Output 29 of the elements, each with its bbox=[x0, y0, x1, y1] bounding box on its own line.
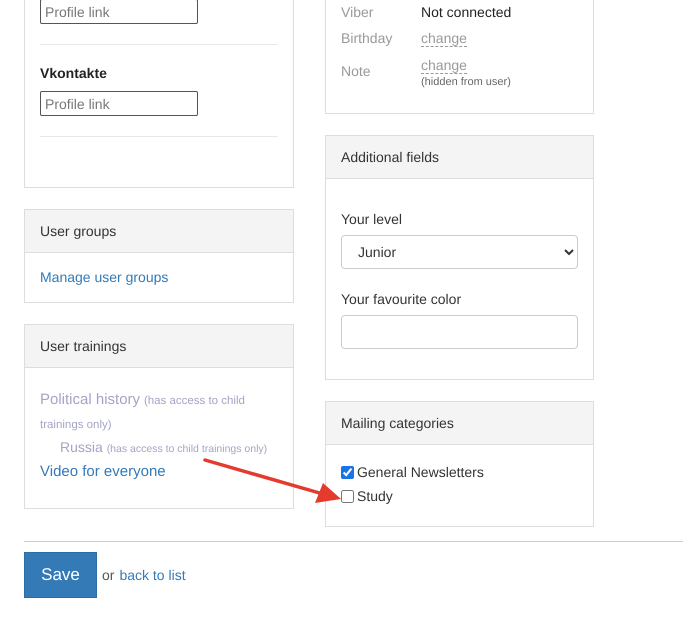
training-link[interactable]: Video for everyone bbox=[40, 460, 278, 483]
training-link[interactable]: Political history (has access to child trainings only) bbox=[40, 388, 278, 436]
row-value: Not connected bbox=[421, 4, 512, 20]
change-link[interactable]: change bbox=[421, 30, 467, 47]
back-link[interactable]: back to list bbox=[119, 567, 186, 583]
field-label: Vkontakte bbox=[40, 65, 108, 81]
field-label: Your favourite color bbox=[341, 291, 462, 307]
card-title: Mailing categories bbox=[326, 402, 593, 445]
card-title: Additional fields bbox=[326, 136, 593, 179]
checkbox[interactable] bbox=[341, 466, 354, 478]
row-label: Viber bbox=[341, 4, 374, 20]
training-link[interactable]: Russia (has access to child trainings only) bbox=[60, 436, 278, 460]
row-label: Birthday bbox=[341, 30, 394, 46]
row-label: Note bbox=[341, 62, 372, 79]
change-link[interactable]: change bbox=[421, 57, 467, 74]
card-title: User trainings bbox=[25, 325, 293, 368]
checkbox[interactable] bbox=[341, 490, 354, 502]
card-title: User groups bbox=[25, 210, 293, 253]
checkbox-label: Study bbox=[357, 488, 393, 504]
checkbox-label: General Newsletters bbox=[357, 464, 484, 480]
profile-link-field[interactable]: Profile link bbox=[40, 91, 198, 116]
profile-link-field[interactable]: Profile link bbox=[40, 0, 198, 24]
level-select[interactable]: Junior bbox=[341, 235, 578, 269]
field-label: Your level bbox=[341, 211, 403, 227]
save-button[interactable]: Save bbox=[24, 552, 97, 598]
or-text: or bbox=[102, 567, 114, 583]
hint-text: (hidden from user) bbox=[421, 76, 511, 88]
manage-groups-link[interactable]: Manage user groups bbox=[40, 269, 168, 285]
text-field[interactable] bbox=[341, 315, 578, 349]
